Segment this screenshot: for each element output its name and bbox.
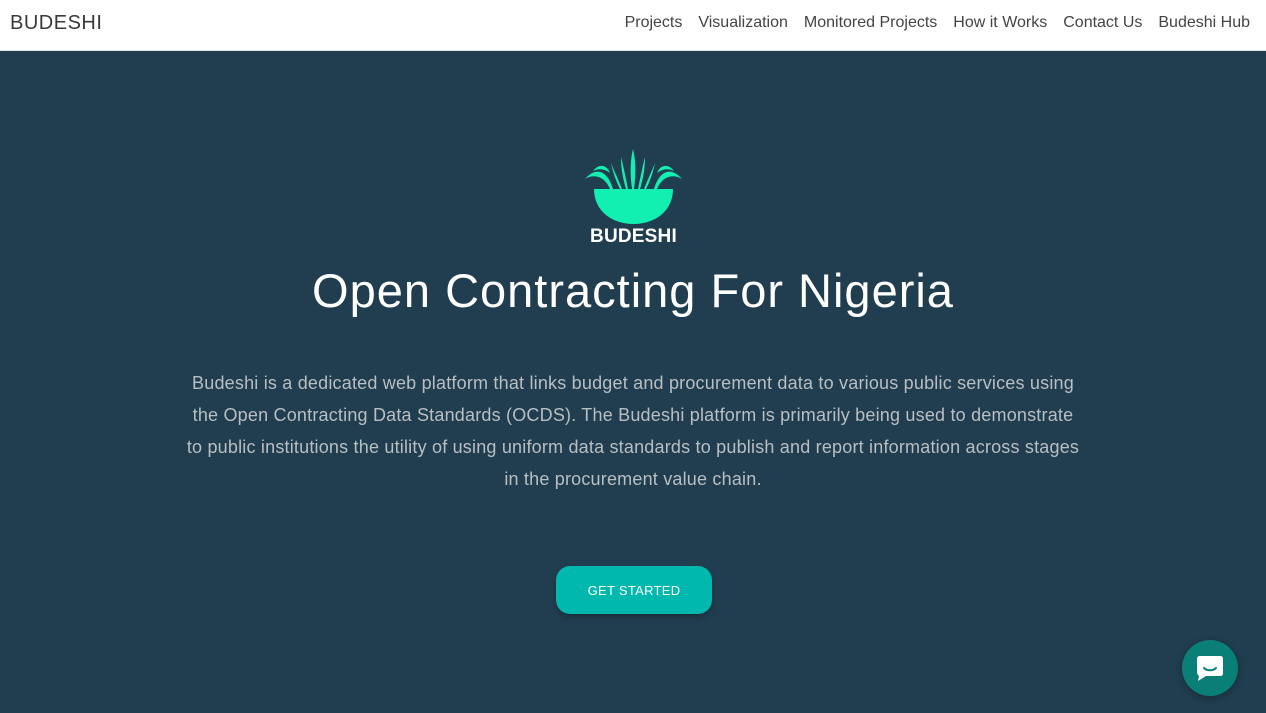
- hero-description: Budeshi is a dedicated web platform that…: [186, 373, 1080, 489]
- budeshi-logo: BUDESHI: [583, 149, 684, 249]
- page-title: Open Contracting For Nigeria: [312, 264, 954, 317]
- top-navbar: BUDESHI Projects Visualization Monitored…: [0, 0, 1266, 51]
- chat-bubble-icon: [1197, 656, 1223, 681]
- nav-item: Contact Us: [1055, 14, 1150, 32]
- nav-link-budeshi-hub[interactable]: Budeshi Hub: [1150, 14, 1258, 32]
- bowl-logo-icon: [585, 149, 682, 224]
- hero-section: BUDESHI Open Contracting For Nigeria Bud…: [0, 51, 1266, 713]
- nav-link-visualization[interactable]: Visualization: [690, 14, 796, 32]
- logo-text: BUDESHI: [590, 226, 677, 247]
- nav-item: How it Works: [945, 14, 1055, 32]
- nav-item: Projects: [617, 14, 691, 32]
- nav-links: Projects Visualization Monitored Project…: [617, 0, 1258, 46]
- brand-link[interactable]: BUDESHI: [10, 12, 102, 35]
- get-started-button[interactable]: GET STARTED: [556, 566, 712, 614]
- chat-button[interactable]: [1182, 640, 1238, 696]
- nav-item: Budeshi Hub: [1150, 14, 1258, 32]
- nav-link-projects[interactable]: Projects: [617, 14, 691, 32]
- nav-link-how-it-works[interactable]: How it Works: [945, 14, 1055, 32]
- nav-item: Monitored Projects: [796, 14, 945, 32]
- nav-link-monitored-projects[interactable]: Monitored Projects: [796, 14, 945, 32]
- nav-item: Visualization: [690, 14, 796, 32]
- nav-link-contact-us[interactable]: Contact Us: [1055, 14, 1150, 32]
